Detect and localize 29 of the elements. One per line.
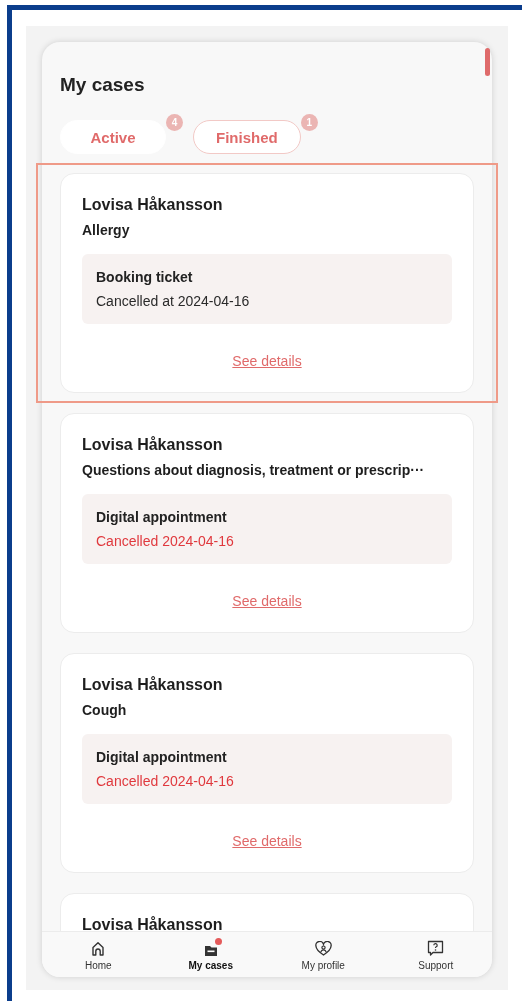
- case-topic: Cough: [82, 702, 128, 718]
- case-card[interactable]: Lovisa Håkansson Questions about diagnosis, treatment or prescrip··· Digital appointment Cancelled 2024-04-16 See details: [60, 413, 474, 633]
- booking-type: Digital appointment: [96, 509, 228, 525]
- page-title: My cases: [60, 74, 146, 96]
- home-icon: [91, 941, 106, 956]
- case-topic: Questions about diagnosis, treatment or prescrip···: [82, 462, 426, 478]
- nav-item[interactable]: Support: [390, 940, 481, 971]
- case-card[interactable]: Lovisa Håkansson Cough Digital appointment Cancelled 2024-04-16 See details: [60, 653, 474, 873]
- heart-person-icon: [314, 941, 332, 956]
- booking-status: Cancelled 2024-04-16: [96, 773, 235, 789]
- patient-name: Lovisa Håkansson: [82, 916, 224, 931]
- patient-name: Lovisa Håkansson: [82, 196, 224, 214]
- nav-item[interactable]: My cases: [165, 940, 256, 971]
- nav-item[interactable]: My profile: [278, 940, 369, 971]
- booking-status: Cancelled 2024-04-16: [96, 533, 235, 549]
- case-card[interactable]: Lovisa Håkansson Allergy Booking ticket Cancelled at 2024-04-16 See details: [60, 173, 474, 393]
- help-icon: [427, 940, 445, 956]
- booking-type: Digital appointment: [96, 749, 228, 765]
- count-badge: 4: [166, 114, 183, 131]
- case-topic: Allergy: [82, 222, 131, 238]
- folder-icon: [203, 944, 218, 956]
- scrollbar-thumb[interactable]: [485, 48, 490, 76]
- case-card[interactable]: Lovisa Håkansson: [60, 893, 474, 931]
- booking-status: Cancelled at 2024-04-16: [96, 293, 251, 309]
- patient-name: Lovisa Håkansson: [82, 436, 224, 454]
- nav-item[interactable]: Home: [53, 940, 144, 971]
- booking-type: Booking ticket: [96, 269, 194, 285]
- count-badge: 1: [300, 114, 318, 131]
- patient-name: Lovisa Håkansson: [82, 676, 224, 694]
